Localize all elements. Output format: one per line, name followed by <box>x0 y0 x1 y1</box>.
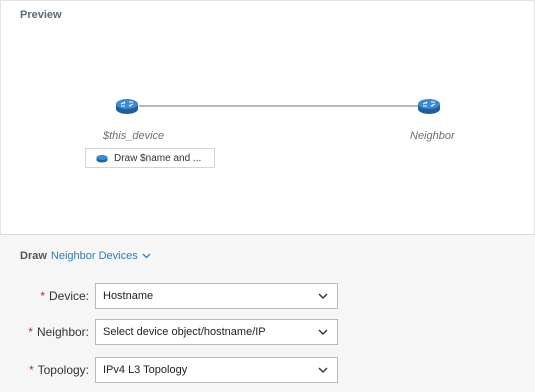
neighbor-label-wrap: * Neighbor: <box>28 325 89 339</box>
chevron-down-icon <box>318 329 328 335</box>
draw-label: Draw <box>20 250 47 262</box>
device-label: Device: <box>48 289 89 303</box>
draw-mode-dropdown[interactable]: Neighbor Devices <box>51 250 151 262</box>
device-select-value: Hostname <box>103 290 154 302</box>
preview-panel: Preview $this_device Neighbor Draw $name… <box>0 0 535 235</box>
topology-link-line <box>139 105 419 107</box>
draw-mode-label: Neighbor Devices <box>50 250 138 262</box>
device-select[interactable]: Hostname <box>95 283 338 309</box>
router-icon[interactable] <box>115 97 139 115</box>
device-row: * Device: Hostname <box>0 283 535 309</box>
neighbor-label: Neighbor: <box>36 325 89 339</box>
config-panel: Draw Neighbor Devices * Device: Hostname … <box>0 235 535 392</box>
neighbor-select-value: Select device object/hostname/IP <box>103 326 266 338</box>
chevron-down-icon <box>142 253 151 259</box>
target-node-label: Neighbor <box>410 130 455 142</box>
topology-select-value: IPv4 L3 Topology <box>103 364 188 376</box>
draw-row: Draw Neighbor Devices <box>20 250 151 262</box>
topology-select[interactable]: IPv4 L3 Topology <box>95 357 338 383</box>
neighbor-select[interactable]: Select device object/hostname/IP <box>95 319 338 345</box>
neighbor-row: * Neighbor: Select device object/hostname… <box>0 319 535 345</box>
required-marker: * <box>28 363 34 377</box>
topology-label-wrap: * Topology: <box>29 363 89 377</box>
required-marker: * <box>40 289 45 303</box>
device-label-wrap: * Device: <box>40 289 89 303</box>
preview-title: Preview <box>20 9 62 21</box>
draw-action-label: Draw $name and ... <box>114 152 202 164</box>
draw-action-chip[interactable]: Draw $name and ... <box>85 148 215 168</box>
required-marker: * <box>28 325 33 339</box>
source-node-label: $this_device <box>103 130 165 142</box>
topology-row: * Topology: IPv4 L3 Topology <box>0 357 535 383</box>
chevron-down-icon <box>318 367 328 373</box>
chevron-down-icon <box>318 293 328 299</box>
router-icon <box>96 154 108 162</box>
topology-label: Topology: <box>37 363 89 377</box>
router-icon[interactable] <box>417 97 441 115</box>
